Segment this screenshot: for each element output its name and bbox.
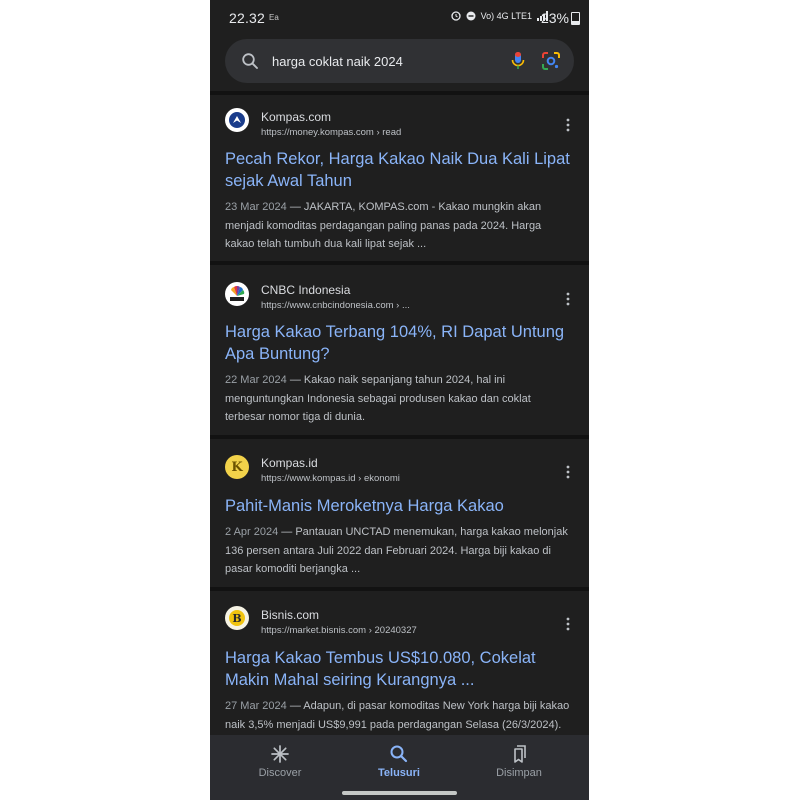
result-site-name: Kompas.com [261,110,332,124]
more-options-icon[interactable] [562,616,574,632]
result-date: 23 Mar 2024 [225,201,287,213]
search-input[interactable] [272,51,482,71]
bottom-navigation: Discover Telusuri Disimpan [210,735,589,800]
battery-icon [571,12,580,25]
asterisk-icon [271,745,289,763]
result-date: 22 Mar 2024 [225,374,287,386]
result-title-link[interactable]: Pahit-Manis Meroketnya Harga Kakao [225,495,570,517]
status-bar: 22.32 Ea Vo) 4G LTE1 23% [210,0,589,36]
result-url[interactable]: https://market.bisnis.com › 20240327 [261,625,417,636]
result-snippet: 23 Mar 2024 — JAKARTA, KOMPAS.com - Kaka… [225,198,570,254]
svg-text:B: B [232,612,241,625]
result-card[interactable]: Kompas.com https://money.kompas.com › re… [210,91,589,265]
search-icon [390,745,408,763]
result-title-link[interactable]: Harga Kakao Terbang 104%, RI Dapat Untun… [225,321,570,365]
nav-telusuri[interactable]: Telusuri [339,735,459,795]
result-site-name: Kompas.id [261,456,318,470]
result-card[interactable]: B Bisnis.com https://market.bisnis.com ›… [210,587,589,751]
mic-icon[interactable] [508,50,528,72]
phone-screen: 22.32 Ea Vo) 4G LTE1 23% harga coklat na… [210,0,589,800]
result-card[interactable]: K Kompas.id https://www.kompas.id › ekon… [210,435,589,587]
network-indicator: Vo) 4G LTE1 [480,11,532,21]
alarm-icon [450,11,461,21]
battery-percentage: 23% [540,10,569,26]
result-url[interactable]: https://www.cnbcindonesia.com › ... [261,300,410,311]
result-title-link[interactable]: Harga Kakao Tembus US$10.080, Cokelat Ma… [225,647,570,691]
home-indicator[interactable] [342,791,457,795]
more-options-icon[interactable] [562,117,574,133]
nav-label: Telusuri [378,767,420,779]
status-icons: Vo) 4G LTE1 [450,11,549,21]
result-site-name: CNBC Indonesia [261,283,351,297]
status-notification-icon: Ea [269,13,279,22]
result-snippet: 2 Apr 2024 — Pantauan UNCTAD menemukan, … [225,523,570,579]
lens-icon[interactable] [541,51,561,71]
result-snippet: 22 Mar 2024 — Kakao naik sepanjang tahun… [225,371,570,427]
search-bar[interactable] [225,39,574,83]
kompas-id-favicon: K [225,455,249,479]
dnd-icon [466,11,476,21]
nav-discover[interactable]: Discover [220,735,340,795]
more-options-icon[interactable] [562,291,574,307]
cnbc-favicon [225,282,249,306]
result-site-name: Bisnis.com [261,608,320,622]
search-icon[interactable] [241,52,259,70]
status-time: 22.32 [229,10,266,26]
nav-label: Discover [258,767,302,779]
result-card[interactable]: CNBC Indonesia https://www.cnbcindonesia… [210,261,589,435]
result-url[interactable]: https://money.kompas.com › read [261,127,401,138]
result-url[interactable]: https://www.kompas.id › ekonomi [261,473,400,484]
bisnis-favicon: B [225,606,249,630]
nav-disimpan[interactable]: Disimpan [459,735,579,795]
result-date: 2 Apr 2024 [225,526,279,538]
nav-label: Disimpan [496,767,542,779]
result-date: 27 Mar 2024 [225,700,287,712]
kompas-favicon [225,108,249,132]
more-options-icon[interactable] [562,464,574,480]
result-title-link[interactable]: Pecah Rekor, Harga Kakao Naik Dua Kali L… [225,148,570,192]
bookmarks-icon [514,745,526,763]
